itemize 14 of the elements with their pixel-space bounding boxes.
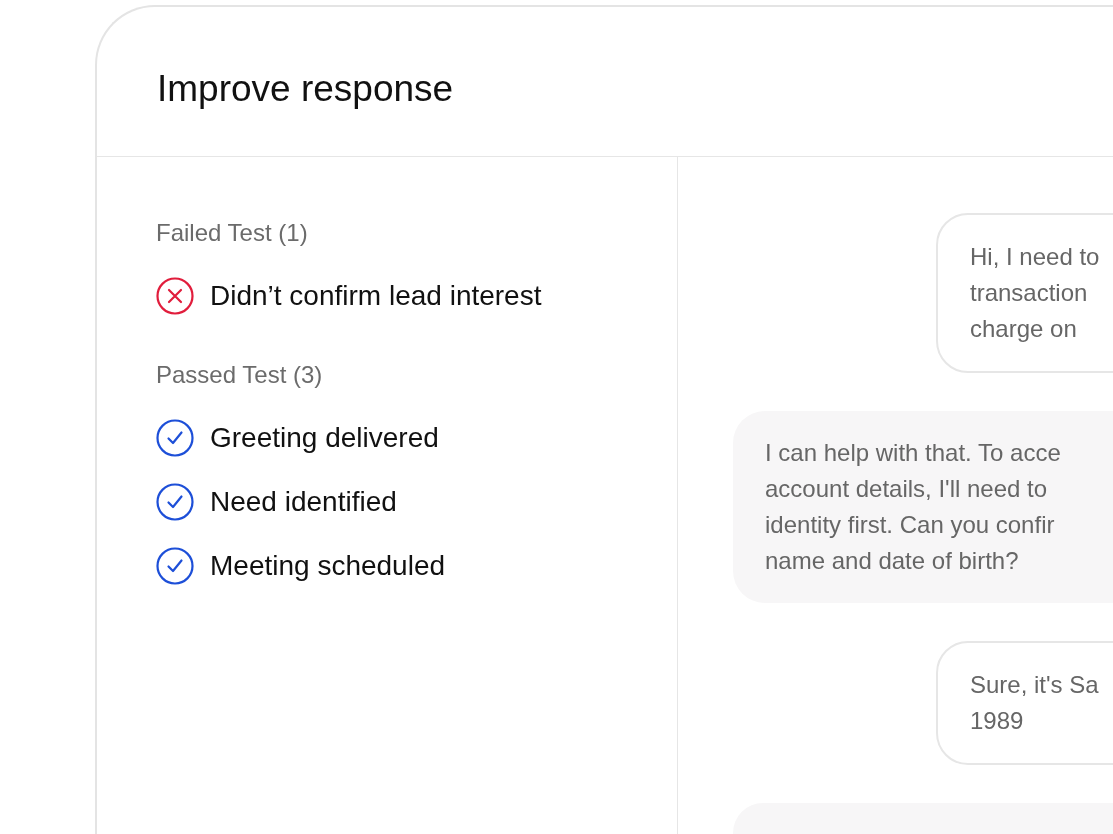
- section-heading: Passed Test (3): [156, 360, 324, 390]
- agent-message: I can help with that. To acce account details, I'll need to identity first. Can you confir name and date of birth?: [733, 411, 1113, 603]
- check-icon: [156, 483, 194, 521]
- user-message: Sure, it's Sa 1989: [936, 641, 1113, 765]
- test-label: Greeting delivered: [210, 421, 439, 455]
- test-label: Didn’t confirm lead interest: [210, 279, 542, 313]
- test-label: Meeting scheduled: [210, 549, 446, 583]
- check-icon: [156, 419, 194, 457]
- user-message: Hi, I need to transaction charge on: [936, 213, 1113, 373]
- section-heading: Failed Test (1): [156, 218, 309, 248]
- check-icon: [156, 547, 194, 585]
- panel-title: Improve response: [157, 66, 454, 111]
- test-label: Need identified: [210, 485, 397, 519]
- error-icon: [156, 277, 194, 315]
